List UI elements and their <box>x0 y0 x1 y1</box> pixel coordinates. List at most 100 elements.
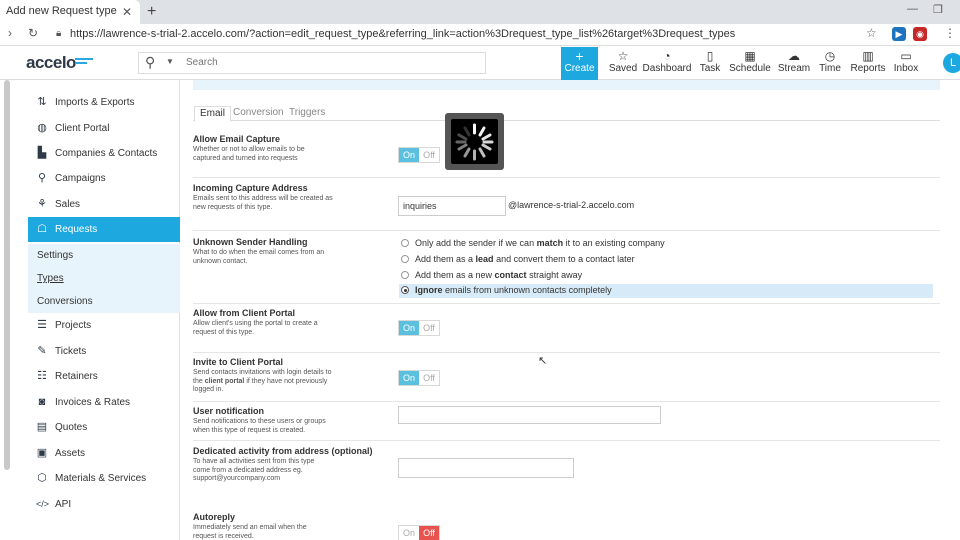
sidebar-item-retainers[interactable]: ☷ Retainers <box>28 364 180 389</box>
url-text[interactable]: https://lawrence-s-trial-2.accelo.com/?a… <box>70 28 735 40</box>
capture-address-input[interactable]: inquiries <box>398 196 506 216</box>
email-capture-desc: Whether or not to allow emails to be cap… <box>193 146 305 162</box>
unknown-sender-option-contact[interactable]: Add them as a new contact straight away <box>399 269 933 283</box>
client-portal-desc: Allow client's using the portal to creat… <box>193 320 318 336</box>
search-input[interactable] <box>186 57 466 68</box>
create-button[interactable]: + Create <box>561 47 598 80</box>
unknown-sender-option-ignore[interactable]: Ignore emails from unknown contacts comp… <box>399 284 933 298</box>
mouse-cursor-icon: ↖ <box>538 355 548 367</box>
sidebar-item-tickets[interactable]: ✎ Tickets <box>28 339 180 364</box>
option-text-post: emails from unknown contacts completely <box>442 285 612 295</box>
toggle-on[interactable]: On <box>399 321 419 335</box>
toggle-off[interactable]: Off <box>419 148 439 162</box>
option-text-pre: Add them as a new <box>415 270 495 280</box>
search-icon[interactable]: ⚲ <box>145 54 155 71</box>
loading-spinner <box>445 113 504 170</box>
dedicated-from-input[interactable] <box>398 458 574 478</box>
divider <box>193 303 940 304</box>
tab-title: Add new Request type <box>6 5 117 17</box>
avatar[interactable]: L <box>943 53 960 73</box>
divider <box>193 401 940 402</box>
bookmark-star-icon[interactable]: ☆ <box>866 26 877 40</box>
sidebar-subitem-conversions[interactable]: Conversions <box>28 290 180 313</box>
client-portal-toggle[interactable]: On Off <box>398 320 440 336</box>
sidebar-item-requests[interactable]: ☖ Requests <box>28 217 180 242</box>
sidebar-item-label: Sales <box>55 199 81 210</box>
buildings-icon: ▙ <box>37 147 47 159</box>
autoreply-desc: Immediately send an email when the reque… <box>193 524 307 540</box>
tab-email[interactable]: Email <box>194 106 232 122</box>
browser-tabstrip <box>0 0 960 24</box>
dedicated-from-label: Dedicated activity from address (optiona… <box>193 446 373 456</box>
radio-icon[interactable] <box>401 271 409 279</box>
sidebar-item-campaigns[interactable]: ⚲ Campaigns <box>28 166 180 191</box>
extension-icon[interactable]: ▶ <box>892 27 906 41</box>
option-text-post: and convert them to a contact later <box>493 254 635 264</box>
toggle-on[interactable]: On <box>399 526 419 540</box>
logo-mark-icon <box>75 58 93 68</box>
email-capture-toggle[interactable]: On Off <box>398 147 440 163</box>
tab-close-icon[interactable]: ✕ <box>122 5 132 19</box>
browser-tab[interactable]: Add new Request type <box>0 0 140 24</box>
sidebar-scrollbar[interactable] <box>4 80 10 470</box>
sidebar-item-sales[interactable]: ⚘ Sales <box>28 192 180 217</box>
create-label: Create <box>564 63 595 74</box>
forward-icon[interactable]: › <box>8 26 12 40</box>
tab-conversion[interactable]: Conversion <box>228 106 289 119</box>
sidebar-item-projects[interactable]: ☰ Projects <box>28 313 180 338</box>
radio-icon[interactable] <box>401 255 409 263</box>
radio-icon[interactable] <box>401 286 409 294</box>
toggle-off[interactable]: Off <box>419 371 439 385</box>
plus-icon: + <box>575 48 584 64</box>
sidebar-subitem-settings[interactable]: Settings <box>28 244 180 267</box>
nav-label: Schedule <box>729 63 771 74</box>
option-text-pre: Add them as a <box>415 254 476 264</box>
sidebar-item-invoices-rates[interactable]: ◙ Invoices & Rates <box>28 390 180 415</box>
sidebar-item-materials-services[interactable]: ⬡ Materials & Services <box>28 466 180 491</box>
tab-triggers[interactable]: Triggers <box>284 106 330 119</box>
chevron-down-icon[interactable]: ▼ <box>166 57 174 66</box>
minimize-icon[interactable]: — <box>907 3 918 15</box>
sidebar-item-companies-contacts[interactable]: ▙ Companies & Contacts <box>28 141 180 166</box>
nav-label: Time <box>819 63 841 74</box>
user-notification-input[interactable] <box>398 406 661 424</box>
new-tab-icon[interactable]: + <box>147 3 156 21</box>
unknown-sender-option-match[interactable]: Only add the sender if we can match it t… <box>399 237 933 251</box>
unknown-sender-desc: What to do when the email comes from an … <box>193 249 325 265</box>
nav-saved[interactable]: ☆ Saved <box>598 49 648 74</box>
sidebar-item-api[interactable]: </> API <box>28 492 180 517</box>
option-text-post: it to an existing company <box>563 238 665 248</box>
sidebar-subitem-label: Settings <box>37 250 74 261</box>
projects-icon: ☰ <box>37 319 47 331</box>
option-text-bold: lead <box>475 254 494 264</box>
unknown-sender-option-lead[interactable]: Add them as a lead and convert them to a… <box>399 253 933 267</box>
toggle-on[interactable]: On <box>399 371 419 385</box>
option-text-post: straight away <box>526 270 583 280</box>
toggle-off[interactable]: Off <box>419 526 439 540</box>
sidebar-item-assets[interactable]: ▣ Assets <box>28 441 180 466</box>
option-text-bold: Ignore <box>415 285 443 295</box>
nav-schedule[interactable]: ▦ Schedule <box>725 49 775 74</box>
menu-dots-icon[interactable]: ⋮ <box>944 26 956 40</box>
autoreply-toggle[interactable]: On Off <box>398 525 440 540</box>
radio-icon[interactable] <box>401 239 409 247</box>
sidebar-item-label: Assets <box>55 448 86 459</box>
capture-address-desc: Emails sent to this address will be crea… <box>193 195 333 211</box>
shield-extension-icon[interactable]: ◉ <box>913 27 927 41</box>
sidebar-item-quotes[interactable]: ▤ Quotes <box>28 415 180 440</box>
sidebar-item-label: Tickets <box>55 346 87 357</box>
toggle-on[interactable]: On <box>399 148 419 162</box>
app-logo[interactable]: accelo <box>26 53 76 73</box>
invite-portal-toggle[interactable]: On Off <box>398 370 440 386</box>
nav-inbox[interactable]: ▭ Inbox <box>881 49 931 74</box>
sidebar-item-label: Quotes <box>55 422 88 433</box>
option-text: Add them as a new contact straight away <box>415 270 582 280</box>
sidebar-item-client-portal[interactable]: ◍ Client Portal <box>28 116 180 141</box>
toggle-off[interactable]: Off <box>419 321 439 335</box>
sidebar-subitem-types[interactable]: Types <box>28 267 180 290</box>
email-capture-label: Allow Email Capture <box>193 134 281 144</box>
sidebar-item-imports-exports[interactable]: ⇅ Imports & Exports <box>28 90 180 115</box>
reload-icon[interactable]: ↻ <box>28 26 38 40</box>
restore-icon[interactable]: ❐ <box>933 3 943 16</box>
user-notification-label: User notification <box>193 406 265 416</box>
